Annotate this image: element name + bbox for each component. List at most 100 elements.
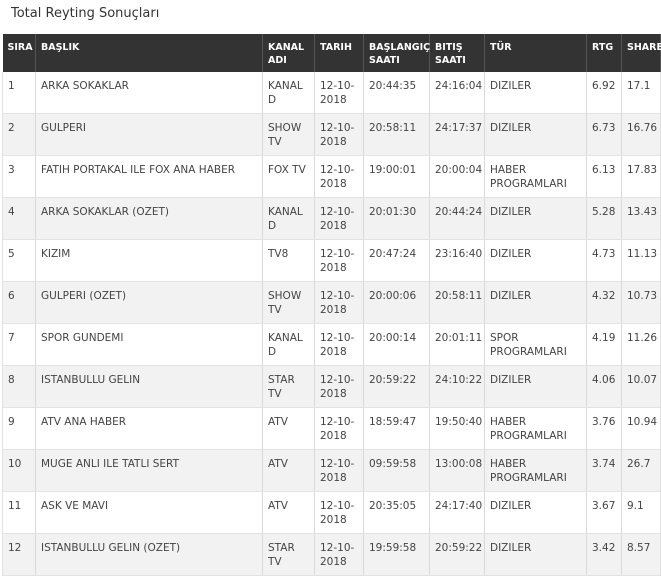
cell-rtg: 3.42 xyxy=(586,533,622,576)
cell-tarih: 12-10-2018 xyxy=(314,323,364,366)
cell-share: 13.43 xyxy=(621,197,661,240)
cell-rtg: 3.74 xyxy=(586,449,622,492)
table-row: 11 ASK VE MAVI ATV 12-10-2018 20:35:05 24:17:… xyxy=(2,491,661,534)
cell-sira: 5 xyxy=(2,239,36,282)
table-row: 7 SPOR GUNDEMI KANAL D 12-10-2018 20:00:14 20… xyxy=(2,323,661,366)
cell-baslangic-saati: 18:59:47 xyxy=(363,407,430,450)
cell-baslangic-saati: 19:59:58 xyxy=(363,533,430,576)
cell-tur: DIZILER xyxy=(484,365,587,408)
cell-baslik: ISTANBULLU GELIN xyxy=(35,365,263,408)
cell-share: 10.73 xyxy=(621,281,661,324)
cell-baslangic-saati: 20:00:06 xyxy=(363,281,430,324)
cell-share: 26.7 xyxy=(621,449,661,492)
table-row: 4 ARKA SOKAKLAR (OZET) KANAL D 12-10-2018 20… xyxy=(2,197,661,240)
cell-bitis-saati: 24:10:22 xyxy=(429,365,485,408)
cell-rtg: 3.76 xyxy=(586,407,622,450)
cell-bitis-saati: 20:44:24 xyxy=(429,197,485,240)
cell-tur: HABER PROGRAMLARI xyxy=(484,449,587,492)
cell-sira: 11 xyxy=(2,491,36,534)
table-row: 12 ISTANBULLU GELIN (OZET) STAR TV 12-10-20… xyxy=(2,533,661,576)
cell-tur: DIZILER xyxy=(484,281,587,324)
cell-tur: DIZILER xyxy=(484,113,587,156)
cell-rtg: 6.73 xyxy=(586,113,622,156)
cell-kanal-adi: KANAL D xyxy=(262,323,315,366)
cell-baslangic-saati: 20:58:11 xyxy=(363,113,430,156)
cell-tarih: 12-10-2018 xyxy=(314,407,364,450)
cell-share: 9.1 xyxy=(621,491,661,534)
column-header-bitis-saati: BITIŞ SAATI xyxy=(429,34,485,72)
table-row: 9 ATV ANA HABER ATV 12-10-2018 18:59:47 19:50… xyxy=(2,407,661,450)
column-header-baslangic-saati: BAŞLANGIÇ SAATI xyxy=(363,34,430,72)
cell-sira: 4 xyxy=(2,197,36,240)
cell-rtg: 6.13 xyxy=(586,155,622,198)
cell-tarih: 12-10-2018 xyxy=(314,239,364,282)
cell-sira: 6 xyxy=(2,281,36,324)
cell-share: 10.07 xyxy=(621,365,661,408)
cell-bitis-saati: 13:00:08 xyxy=(429,449,485,492)
cell-baslik: GULPERI (OZET) xyxy=(35,281,263,324)
cell-tur: DIZILER xyxy=(484,239,587,282)
cell-rtg: 4.06 xyxy=(586,365,622,408)
table-row: 5 KIZIM TV8 12-10-2018 20:47:24 23:16:40 DIZIL… xyxy=(2,239,661,282)
cell-sira: 12 xyxy=(2,533,36,576)
table-row: 8 ISTANBULLU GELIN STAR TV 12-10-2018 20:59:… xyxy=(2,365,661,408)
rating-results-table: SIRA BAŞLIK KANAL ADI TARIH BAŞLANGIÇ SAATI B… xyxy=(2,34,661,576)
cell-tur: HABER PROGRAMLARI xyxy=(484,155,587,198)
cell-rtg: 5.28 xyxy=(586,197,622,240)
column-header-sira: SIRA xyxy=(2,34,36,72)
cell-kanal-adi: ATV xyxy=(262,449,315,492)
cell-rtg: 4.32 xyxy=(586,281,622,324)
cell-baslik: ARKA SOKAKLAR (OZET) xyxy=(35,197,263,240)
column-header-kanal-adi: KANAL ADI xyxy=(262,34,315,72)
cell-baslik: SPOR GUNDEMI xyxy=(35,323,263,366)
page-title: Total Reyting Sonuçları xyxy=(11,6,160,21)
cell-kanal-adi: TV8 xyxy=(262,239,315,282)
cell-share: 11.26 xyxy=(621,323,661,366)
cell-bitis-saati: 20:01:11 xyxy=(429,323,485,366)
cell-tur: DIZILER xyxy=(484,491,587,534)
cell-tarih: 12-10-2018 xyxy=(314,155,364,198)
column-header-tur: TÜR xyxy=(484,34,587,72)
cell-kanal-adi: STAR TV xyxy=(262,365,315,408)
cell-bitis-saati: 19:50:40 xyxy=(429,407,485,450)
cell-share: 17.83 xyxy=(621,155,661,198)
cell-sira: 3 xyxy=(2,155,36,198)
cell-tarih: 12-10-2018 xyxy=(314,197,364,240)
cell-share: 17.1 xyxy=(621,72,661,114)
cell-baslangic-saati: 20:47:24 xyxy=(363,239,430,282)
table-row: 6 GULPERI (OZET) SHOW TV 12-10-2018 20:00:06… xyxy=(2,281,661,324)
cell-baslangic-saati: 20:35:05 xyxy=(363,491,430,534)
table-row: 1 ARKA SOKAKLAR KANAL D 12-10-2018 20:44:35 2… xyxy=(2,72,661,114)
cell-kanal-adi: KANAL D xyxy=(262,72,315,114)
table-row: 3 FATIH PORTAKAL ILE FOX ANA HABER FOX TV 1… xyxy=(2,155,661,198)
cell-baslangic-saati: 20:00:14 xyxy=(363,323,430,366)
cell-baslangic-saati: 20:59:22 xyxy=(363,365,430,408)
cell-sira: 2 xyxy=(2,113,36,156)
column-header-tarih: TARIH xyxy=(314,34,364,72)
column-header-baslik: BAŞLIK xyxy=(35,34,263,72)
cell-bitis-saati: 20:59:22 xyxy=(429,533,485,576)
cell-rtg: 4.19 xyxy=(586,323,622,366)
cell-sira: 8 xyxy=(2,365,36,408)
cell-kanal-adi: SHOW TV xyxy=(262,281,315,324)
cell-baslik: KIZIM xyxy=(35,239,263,282)
cell-kanal-adi: SHOW TV xyxy=(262,113,315,156)
cell-tarih: 12-10-2018 xyxy=(314,365,364,408)
cell-bitis-saati: 23:16:40 xyxy=(429,239,485,282)
cell-baslangic-saati: 20:01:30 xyxy=(363,197,430,240)
cell-kanal-adi: KANAL D xyxy=(262,197,315,240)
cell-kanal-adi: FOX TV xyxy=(262,155,315,198)
cell-baslik: ATV ANA HABER xyxy=(35,407,263,450)
cell-baslik: GULPERI xyxy=(35,113,263,156)
cell-tarih: 12-10-2018 xyxy=(314,533,364,576)
cell-tur: DIZILER xyxy=(484,197,587,240)
column-header-rtg: RTG xyxy=(586,34,622,72)
cell-baslik: ISTANBULLU GELIN (OZET) xyxy=(35,533,263,576)
cell-tur: DIZILER xyxy=(484,533,587,576)
cell-share: 11.13 xyxy=(621,239,661,282)
cell-share: 10.94 xyxy=(621,407,661,450)
cell-sira: 7 xyxy=(2,323,36,366)
cell-kanal-adi: ATV xyxy=(262,407,315,450)
cell-kanal-adi: ATV xyxy=(262,491,315,534)
cell-tarih: 12-10-2018 xyxy=(314,281,364,324)
